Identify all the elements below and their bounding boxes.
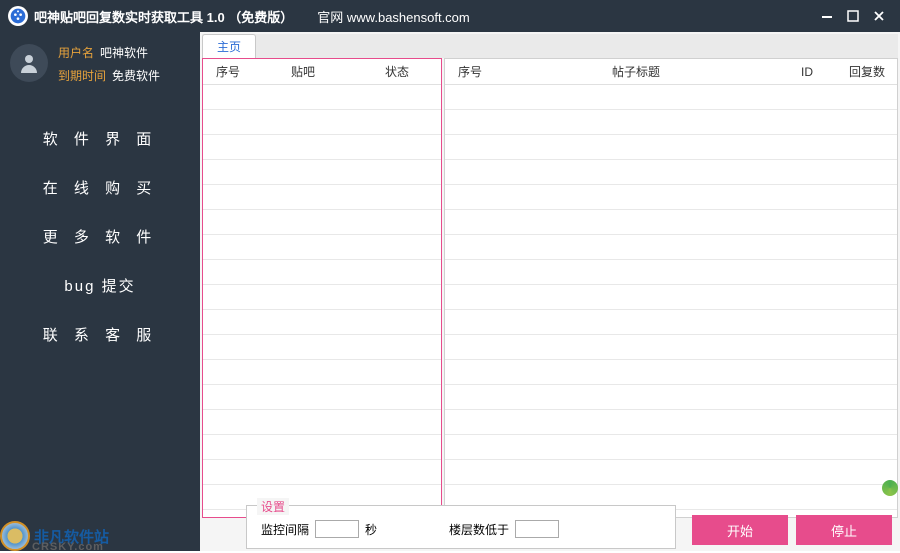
expire-label: 到期时间: [58, 67, 106, 84]
tieba-grid-body[interactable]: [203, 85, 441, 517]
titlebar: 吧神贴吧回复数实时获取工具 1.0 （免费版） 官网 www.bashensof…: [0, 0, 900, 32]
right-col-replies: 回复数: [837, 63, 897, 80]
left-col-index: 序号: [203, 63, 253, 80]
nav-ui[interactable]: 软 件 界 面: [0, 114, 200, 163]
nav: 软 件 界 面 在 线 购 买 更 多 软 件 bug 提交 联 系 客 服: [0, 114, 200, 359]
settings-legend: 设置: [257, 498, 289, 515]
username-label: 用户名: [58, 44, 94, 61]
avatar: [10, 44, 48, 82]
tieba-grid[interactable]: 序号 贴吧 状态: [202, 58, 442, 518]
sidebar: 用户名 吧神软件 到期时间 免费软件 软 件 界 面 在 线 购 买 更 多 软…: [0, 32, 200, 551]
nav-buy[interactable]: 在 线 购 买: [0, 163, 200, 212]
stop-button[interactable]: 停止: [796, 515, 892, 545]
expire-value: 免费软件: [112, 67, 160, 84]
floor-input[interactable]: [515, 520, 559, 538]
app-title: 吧神贴吧回复数实时获取工具 1.0 （免费版）: [34, 7, 293, 26]
right-col-id: ID: [777, 65, 837, 79]
close-button[interactable]: [866, 3, 892, 29]
settings-group: 设置 监控间隔 秒 楼层数低于: [246, 505, 676, 549]
nav-bug[interactable]: bug 提交: [0, 261, 200, 310]
right-col-index: 序号: [445, 63, 495, 80]
left-col-status: 状态: [353, 63, 441, 80]
nav-contact[interactable]: 联 系 客 服: [0, 310, 200, 359]
official-site[interactable]: 官网 www.bashensoft.com: [317, 7, 469, 26]
interval-label: 监控间隔: [261, 521, 309, 538]
interval-input[interactable]: [315, 520, 359, 538]
tab-home[interactable]: 主页: [202, 34, 256, 58]
post-grid-body[interactable]: [445, 85, 897, 517]
left-col-tieba: 贴吧: [253, 63, 353, 80]
floor-label: 楼层数低于: [449, 521, 509, 538]
right-col-title: 帖子标题: [495, 63, 777, 80]
app-logo: [8, 6, 28, 26]
minimize-button[interactable]: [814, 3, 840, 29]
start-button[interactable]: 开始: [692, 515, 788, 545]
tab-strip: 主页: [202, 34, 898, 58]
maximize-button[interactable]: [840, 3, 866, 29]
nav-more[interactable]: 更 多 软 件: [0, 212, 200, 261]
user-box: 用户名 吧神软件 到期时间 免费软件: [0, 32, 200, 96]
main-area: 主页 序号 贴吧 状态 序号 帖子标题 ID 回复数: [200, 32, 900, 551]
post-grid[interactable]: 序号 帖子标题 ID 回复数: [444, 58, 898, 518]
security-badge-icon: [882, 480, 898, 496]
username-value: 吧神软件: [100, 44, 148, 61]
interval-unit: 秒: [365, 521, 377, 538]
